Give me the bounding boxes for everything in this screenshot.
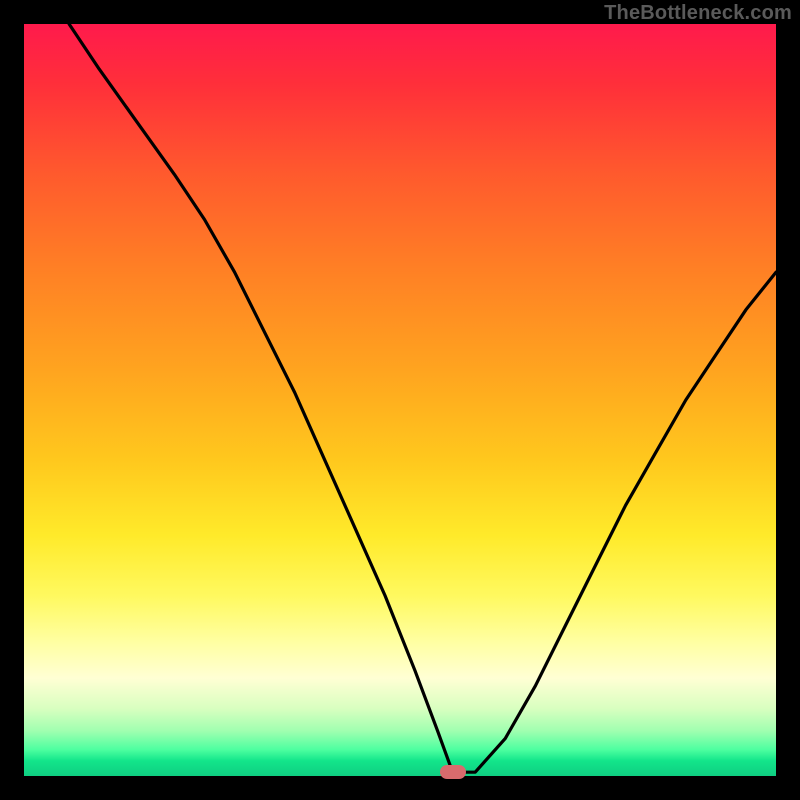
watermark-text: TheBottleneck.com bbox=[604, 2, 792, 25]
plot-area bbox=[24, 24, 776, 776]
bottleneck-marker bbox=[440, 765, 466, 779]
curve-svg bbox=[24, 24, 776, 776]
bottleneck-curve-path bbox=[69, 24, 776, 772]
chart-frame: TheBottleneck.com bbox=[0, 0, 800, 800]
